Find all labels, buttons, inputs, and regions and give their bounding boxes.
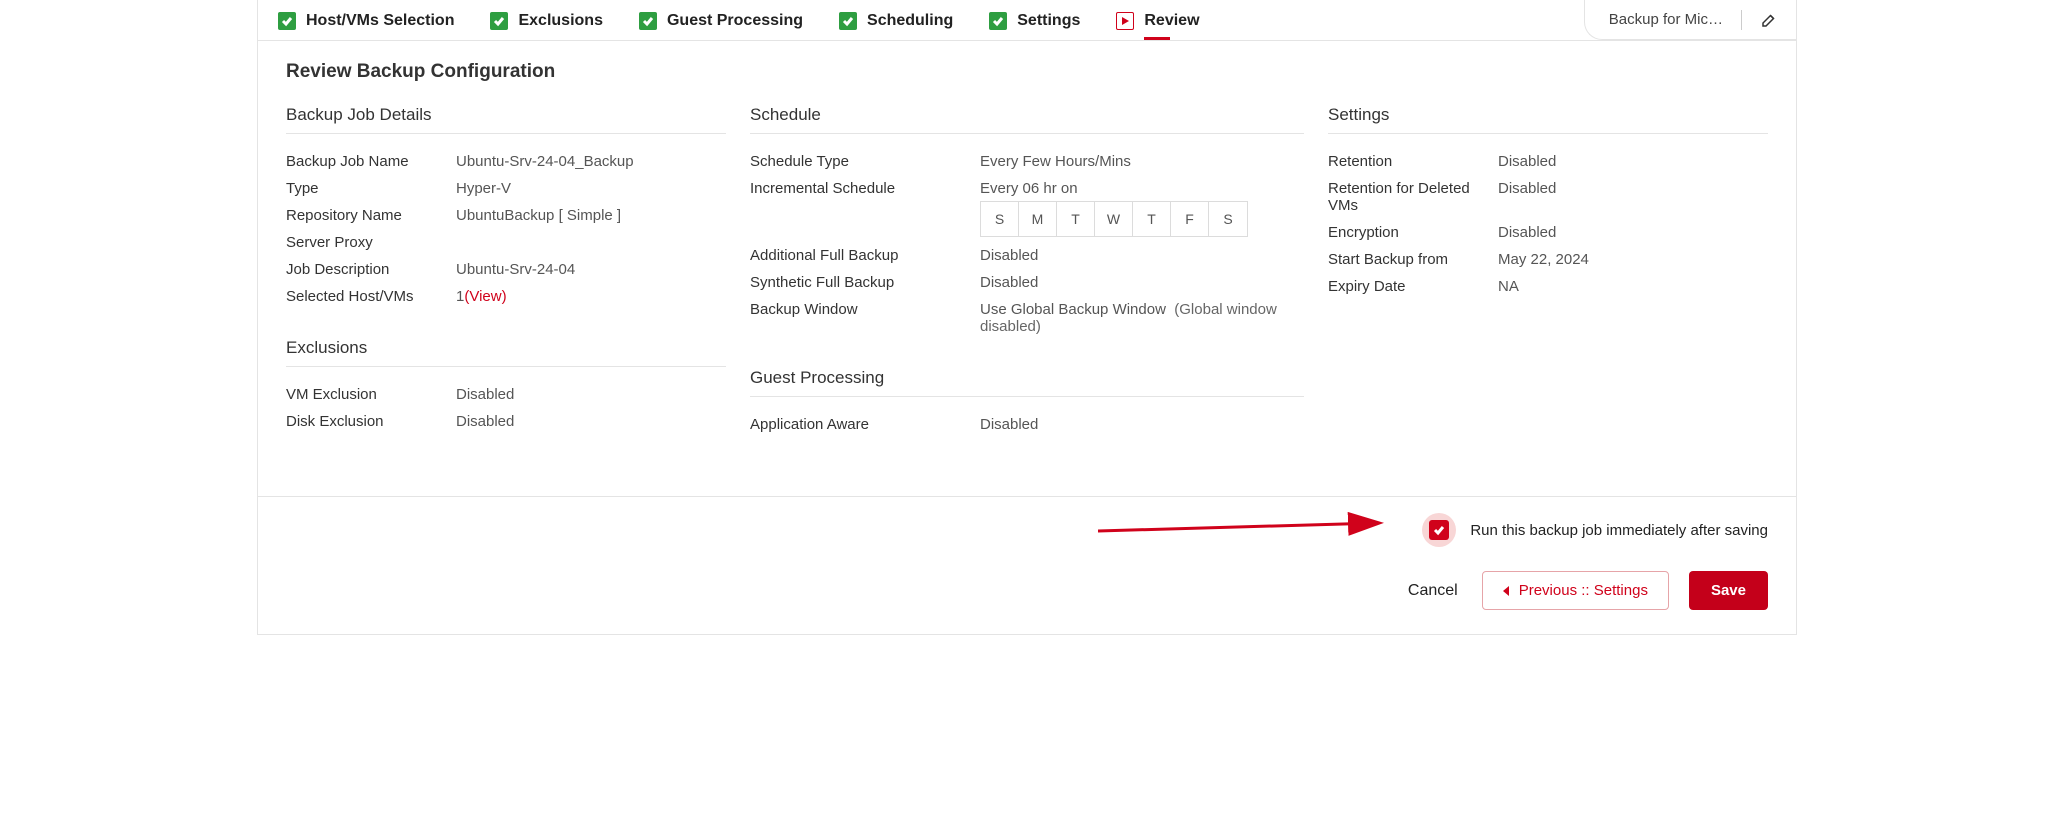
wizard-step-bar: Host/VMs Selection Exclusions Guest Proc… [258,0,1796,41]
view-link[interactable]: (View) [464,288,506,305]
day-w: W [1095,202,1133,236]
section-heading: Guest Processing [750,368,1304,397]
section-heading: Settings [1328,105,1768,134]
section-heading: Schedule [750,105,1304,134]
run-immediately-row: Run this backup job immediately after sa… [286,513,1768,547]
step-label: Review [1144,12,1199,30]
label: Incremental Schedule [750,180,980,237]
value: Ubuntu-Srv-24-04 [456,261,726,278]
label: Job Description [286,261,456,278]
label: Encryption [1328,224,1498,241]
value: Disabled [1498,224,1768,241]
day-f: F [1171,202,1209,236]
footer: Run this backup job immediately after sa… [258,496,1796,634]
button-row: Cancel Previous :: Settings Save [286,571,1768,610]
label: Repository Name [286,207,456,224]
check-icon [989,12,1007,30]
value: Every Few Hours/Mins [980,153,1304,170]
day-s2: S [1209,202,1247,236]
label: Backup Window [750,301,980,335]
value: UbuntuBackup [ Simple ] [456,207,726,224]
run-immediately-checkbox[interactable] [1429,520,1449,540]
previous-button[interactable]: Previous :: Settings [1482,571,1669,610]
caret-left-icon [1503,586,1509,596]
section-heading: Backup Job Details [286,105,726,134]
review-content: Review Backup Configuration Backup Job D… [258,41,1796,496]
value: Disabled [1498,180,1768,214]
edit-icon[interactable] [1760,11,1778,29]
value: Disabled [456,386,726,403]
step-label: Settings [1017,12,1080,30]
check-icon [839,12,857,30]
save-button[interactable]: Save [1689,571,1768,610]
divider [1741,10,1742,30]
label: Selected Host/VMs [286,288,456,305]
day-s: S [981,202,1019,236]
run-immediately-label: Run this backup job immediately after sa… [1470,522,1768,539]
check-icon [490,12,508,30]
label: Expiry Date [1328,278,1498,295]
backup-job-details-section: Backup Job Details Backup Job NameUbuntu… [286,105,726,310]
value: NA [1498,278,1768,295]
play-icon [1116,12,1134,30]
value: Disabled [980,247,1304,264]
label: Retention [1328,153,1498,170]
section-heading: Exclusions [286,338,726,367]
value: Disabled [980,274,1304,291]
context-tab: Backup for Mic… [1584,0,1796,40]
label: Application Aware [750,416,980,433]
exclusions-section: Exclusions VM ExclusionDisabled Disk Exc… [286,338,726,435]
label: Synthetic Full Backup [750,274,980,291]
day-t2: T [1133,202,1171,236]
day-selector: S M T W T F S [980,201,1248,237]
label: Schedule Type [750,153,980,170]
step-host-vms[interactable]: Host/VMs Selection [278,12,454,30]
value: Disabled [980,416,1304,433]
previous-label: Previous :: Settings [1519,582,1648,599]
label: Additional Full Backup [750,247,980,264]
step-label: Exclusions [518,12,602,30]
incremental-text: Every 06 hr on [980,180,1304,197]
label: Start Backup from [1328,251,1498,268]
value: May 22, 2024 [1498,251,1768,268]
check-icon [639,12,657,30]
check-icon [278,12,296,30]
value: Ubuntu-Srv-24-04_Backup [456,153,726,170]
day-m: M [1019,202,1057,236]
cancel-button[interactable]: Cancel [1404,574,1462,608]
label: VM Exclusion [286,386,456,403]
page-title: Review Backup Configuration [286,61,1768,83]
day-t: T [1057,202,1095,236]
step-exclusions[interactable]: Exclusions [490,12,602,30]
step-settings[interactable]: Settings [989,12,1080,30]
step-label: Guest Processing [667,12,803,30]
label: Retention for Deleted VMs [1328,180,1498,214]
window-value: Use Global Backup Window [980,301,1166,318]
step-label: Scheduling [867,12,953,30]
value [456,234,726,251]
step-label: Host/VMs Selection [306,12,454,30]
label: Server Proxy [286,234,456,251]
guest-processing-section: Guest Processing Application Aware Disab… [750,368,1304,438]
context-title: Backup for Mic… [1609,11,1723,28]
checkbox-halo [1422,513,1456,547]
value: Disabled [1498,153,1768,170]
value: Hyper-V [456,180,726,197]
step-guest-processing[interactable]: Guest Processing [639,12,803,30]
value: Disabled [456,413,726,430]
step-scheduling[interactable]: Scheduling [839,12,953,30]
settings-section: Settings RetentionDisabled Retention for… [1328,105,1768,300]
label: Backup Job Name [286,153,456,170]
schedule-section: Schedule Schedule TypeEvery Few Hours/Mi… [750,105,1304,340]
step-review[interactable]: Review [1116,12,1199,30]
label: Type [286,180,456,197]
label: Disk Exclusion [286,413,456,430]
